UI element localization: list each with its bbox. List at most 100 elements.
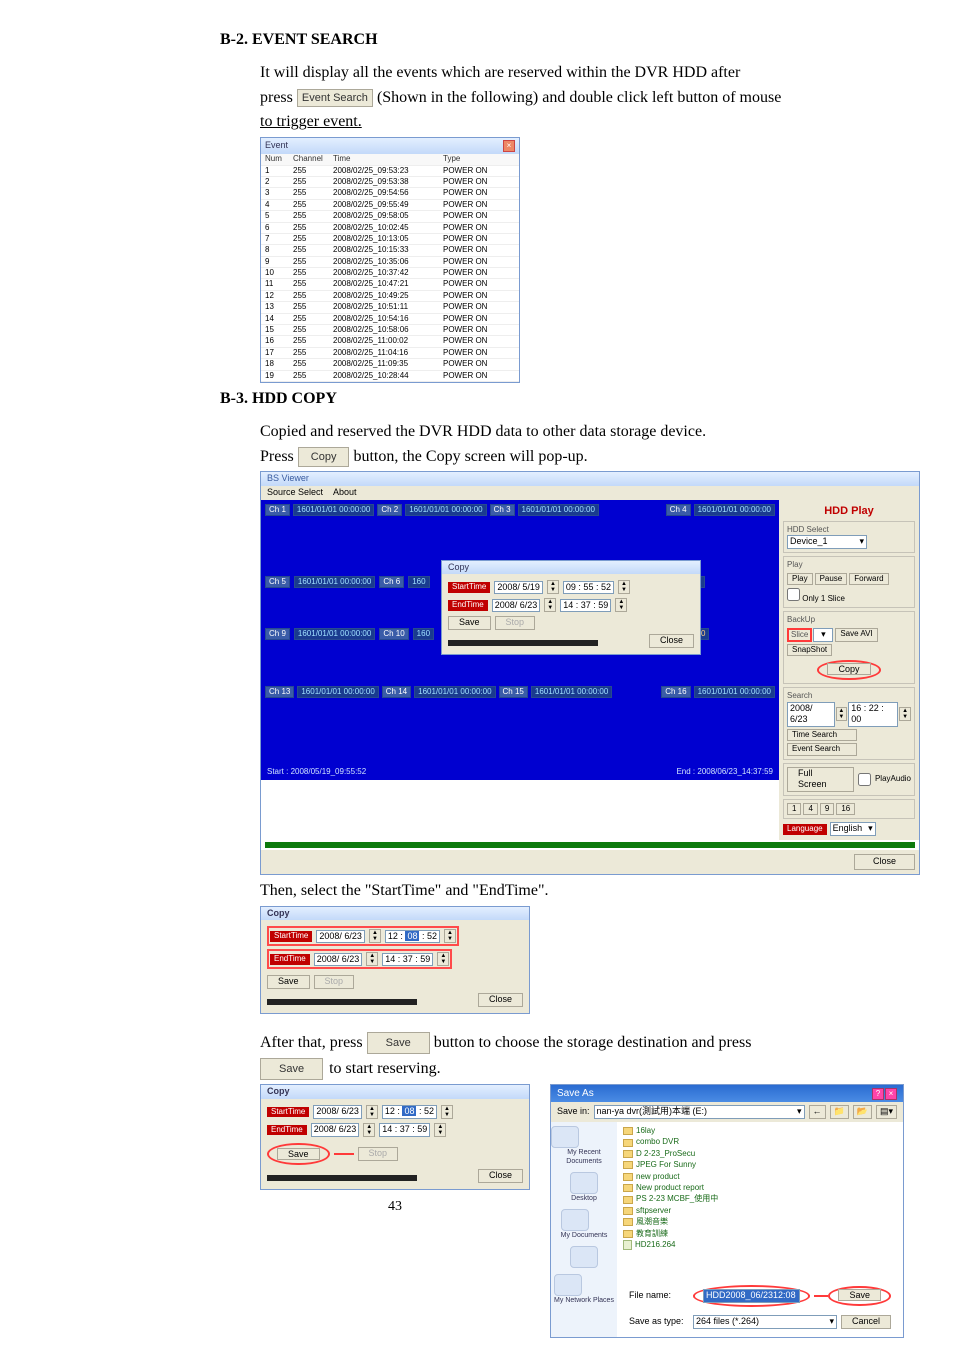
copy-button-inline[interactable]: Copy <box>298 447 350 467</box>
saveas-cancel-button[interactable]: Cancel <box>841 1315 891 1329</box>
spinner-icon[interactable]: ▲▼ <box>366 952 378 966</box>
savein-dropdown[interactable]: nan-ya dvr(測試用)本端 (E:)▾ <box>594 1105 805 1119</box>
c2-stop-button[interactable]: Stop <box>314 975 355 989</box>
c2-start-time[interactable]: 12 : 08 : 52 <box>385 930 440 944</box>
c2-start-date[interactable]: 2008/ 6/23 <box>316 930 365 944</box>
folder-item[interactable]: New product report <box>623 1183 897 1193</box>
spinner-icon[interactable]: ▲▼ <box>363 1123 375 1137</box>
event-row[interactable]: 72552008/02/25_10:13:05POWER ON <box>261 234 519 245</box>
c3-close-button[interactable]: Close <box>478 1169 523 1183</box>
folder-item[interactable]: D 2-23_ProSecu <box>623 1149 897 1159</box>
grid-16-button[interactable]: 16 <box>836 803 855 815</box>
event-row[interactable]: 52552008/02/25_09:58:05POWER ON <box>261 211 519 222</box>
c3-end-time[interactable]: 14 : 37 : 59 <box>379 1123 430 1137</box>
chip-ch1[interactable]: Ch 1 <box>265 504 290 516</box>
spinner-icon[interactable]: ▲▼ <box>899 707 911 721</box>
slice-dropdown[interactable]: ▾ <box>813 628 833 642</box>
fullscreen-button[interactable]: Full Screen <box>787 767 854 792</box>
c3-start-date[interactable]: 2008/ 6/23 <box>313 1105 362 1119</box>
grid-4-button[interactable]: 4 <box>803 803 817 815</box>
chip-ch2[interactable]: Ch 2 <box>377 504 402 516</box>
chip-ch13[interactable]: Ch 13 <box>265 686 294 698</box>
chip-ch10[interactable]: Ch 10 <box>379 628 408 640</box>
spinner-icon[interactable]: ▲▼ <box>441 1105 453 1119</box>
event-row[interactable]: 162552008/02/25_11:00:02POWER ON <box>261 336 519 347</box>
recent-icon[interactable] <box>551 1126 579 1148</box>
folder-item[interactable]: 16lay <box>623 1126 897 1136</box>
save-button-inline[interactable]: Save <box>367 1032 430 1054</box>
spinner-icon[interactable]: ▲▼ <box>437 952 449 966</box>
event-row[interactable]: 192552008/02/25_10:28:44POWER ON <box>261 371 519 382</box>
forward-button[interactable]: Forward <box>849 573 888 585</box>
spinner-icon[interactable]: ▲▼ <box>618 580 630 594</box>
event-search-button[interactable]: Event Search <box>297 89 373 107</box>
only1slice-checkbox[interactable] <box>787 588 800 601</box>
play-button[interactable]: Play <box>787 573 813 585</box>
folder-item[interactable]: JPEG For Sunny <box>623 1160 897 1170</box>
starttime-time[interactable]: 09 : 55 : 52 <box>563 581 614 595</box>
chip-ch15[interactable]: Ch 15 <box>499 686 528 698</box>
grid-9-button[interactable]: 9 <box>820 803 834 815</box>
event-row[interactable]: 172552008/02/25_11:04:16POWER ON <box>261 348 519 359</box>
search-date[interactable]: 2008/ 6/23 <box>787 702 835 727</box>
folder-item[interactable]: HD216.264 <box>623 1240 897 1250</box>
event-row[interactable]: 42552008/02/25_09:55:49POWER ON <box>261 200 519 211</box>
c2-end-time[interactable]: 14 : 37 : 59 <box>382 953 433 967</box>
event-row[interactable]: 132552008/02/25_10:51:11POWER ON <box>261 302 519 313</box>
folder-item[interactable]: 教育訓練 <box>623 1229 897 1239</box>
c3-end-date[interactable]: 2008/ 6/23 <box>311 1123 360 1137</box>
place-recent[interactable]: My Recent Documents <box>566 1149 601 1165</box>
help-icon[interactable]: ? <box>872 1088 884 1100</box>
event-row[interactable]: 102552008/02/25_10:37:42POWER ON <box>261 268 519 279</box>
documents-icon[interactable] <box>561 1209 589 1231</box>
spinner-icon[interactable]: ▲▼ <box>547 580 559 594</box>
menu-source-select[interactable]: Source Select <box>267 487 323 499</box>
close-icon[interactable]: × <box>885 1088 897 1100</box>
place-documents[interactable]: My Documents <box>561 1232 608 1239</box>
chip-ch4[interactable]: Ch 4 <box>666 504 691 516</box>
spinner-icon[interactable]: ▲▼ <box>836 707 848 721</box>
bs-progress-track[interactable] <box>265 842 915 848</box>
up-icon[interactable]: 📁 <box>830 1105 849 1119</box>
endtime-time[interactable]: 14 : 37 : 59 <box>560 599 611 613</box>
spinner-icon[interactable]: ▲▼ <box>369 929 381 943</box>
close-icon[interactable]: × <box>503 140 515 152</box>
chip-ch3[interactable]: Ch 3 <box>490 504 515 516</box>
event-row[interactable]: 112552008/02/25_10:47:21POWER ON <box>261 279 519 290</box>
pause-button[interactable]: Pause <box>815 573 848 585</box>
event-row[interactable]: 12552008/02/25_09:53:23POWER ON <box>261 166 519 177</box>
computer-icon[interactable] <box>570 1246 598 1268</box>
c2-end-date[interactable]: 2008/ 6/23 <box>314 953 363 967</box>
playaudio-checkbox[interactable] <box>858 773 871 786</box>
c2-close-button[interactable]: Close <box>478 993 523 1007</box>
copy-stop-button[interactable]: Stop <box>495 616 536 630</box>
event-row[interactable]: 92552008/02/25_10:35:06POWER ON <box>261 257 519 268</box>
filename-field[interactable]: HDD2008_06/2312:08 <box>703 1289 800 1303</box>
folder-list[interactable]: 16laycombo DVRD 2-23_ProSecuJPEG For Sun… <box>623 1126 897 1250</box>
search-time[interactable]: 16 : 22 : 00 <box>848 702 898 727</box>
copy-save-button[interactable]: Save <box>448 616 491 630</box>
folder-item[interactable]: sftpserver <box>623 1206 897 1216</box>
place-network[interactable]: My Network Places <box>554 1297 614 1304</box>
newfolder-icon[interactable]: 📂 <box>853 1105 872 1119</box>
event-row[interactable]: 142552008/02/25_10:54:16POWER ON <box>261 314 519 325</box>
folder-item[interactable]: PS 2-23 MCBF_使用中 <box>623 1194 897 1204</box>
bs-close-button[interactable]: Close <box>854 854 915 870</box>
side-copy-button[interactable]: Copy <box>827 663 870 675</box>
event-row[interactable]: 82552008/02/25_10:15:33POWER ON <box>261 245 519 256</box>
c2-save-button[interactable]: Save <box>267 975 310 989</box>
event-row[interactable]: 62552008/02/25_10:02:45POWER ON <box>261 223 519 234</box>
spinner-icon[interactable]: ▲▼ <box>615 598 627 612</box>
event-row[interactable]: 182552008/02/25_11:09:35POWER ON <box>261 359 519 370</box>
c3-start-time[interactable]: 12 : 08 : 52 <box>382 1105 437 1119</box>
event-row[interactable]: 32552008/02/25_09:54:56POWER ON <box>261 188 519 199</box>
c3-save-button[interactable]: Save <box>277 1148 320 1160</box>
eventsearch-button[interactable]: Event Search <box>787 743 857 755</box>
views-icon[interactable]: ▤▾ <box>876 1105 897 1119</box>
spinner-icon[interactable]: ▲▼ <box>544 598 556 612</box>
timesearch-button[interactable]: Time Search <box>787 729 857 741</box>
snapshot-button[interactable]: SnapShot <box>787 644 832 656</box>
save-button-inline-2[interactable]: Save <box>260 1058 323 1080</box>
back-icon[interactable]: ← <box>809 1105 826 1119</box>
chip-ch16[interactable]: Ch 16 <box>661 686 690 698</box>
